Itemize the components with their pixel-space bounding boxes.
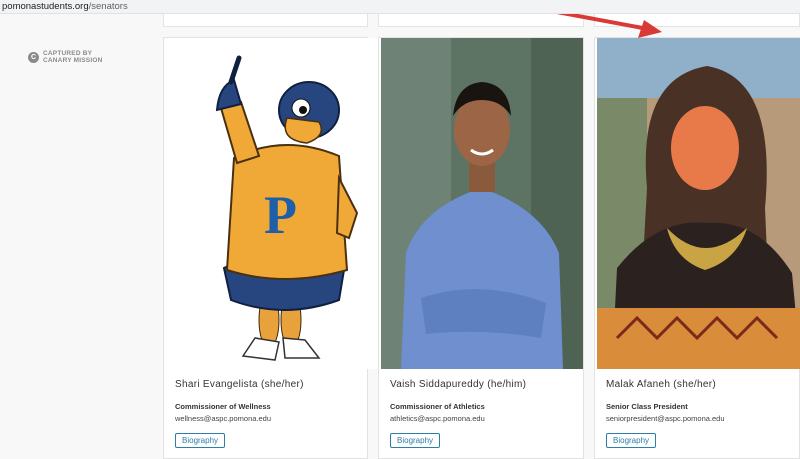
- watermark-line2: CANARY MISSION: [43, 57, 103, 64]
- biography-button[interactable]: Biography: [390, 433, 441, 448]
- senator-card-body: Shari Evangelista (she/her) Commissioner…: [175, 379, 359, 448]
- senator-photo: [381, 38, 583, 369]
- senator-role: Commissioner of Athletics: [390, 402, 485, 411]
- address-host: pomonastudents.org: [2, 1, 89, 12]
- annotation-arrow-icon: [556, 14, 662, 38]
- senator-role: Senior Class President: [606, 402, 688, 411]
- c-circle-icon: C: [28, 51, 39, 63]
- page-content: C CAPTURED BY CANARY MISSION P Shari Eva…: [0, 14, 800, 459]
- senator-card: Vaish Siddapureddy (he/him) Commissioner…: [378, 37, 584, 459]
- senator-email[interactable]: seniorpresident@aspc.pomona.edu: [606, 414, 791, 423]
- senator-photo: [597, 38, 800, 369]
- senator-role: Commissioner of Wellness: [175, 402, 271, 411]
- senator-email[interactable]: athletics@aspc.pomona.edu: [390, 414, 575, 423]
- mascot-illustration: P: [215, 55, 359, 361]
- person-photo: [381, 38, 583, 369]
- watermark-line1: CAPTURED BY: [43, 50, 93, 57]
- capture-watermark: C CAPTURED BY CANARY MISSION: [28, 50, 103, 64]
- svg-text:P: P: [264, 185, 297, 245]
- senator-email[interactable]: wellness@aspc.pomona.edu: [175, 414, 359, 423]
- biography-button[interactable]: Biography: [606, 433, 657, 448]
- person-photo: [597, 38, 800, 369]
- biography-button[interactable]: Biography: [175, 433, 226, 448]
- senator-card: Malak Afaneh (she/her) Senior Class Pres…: [594, 37, 800, 459]
- senator-photo: P: [179, 38, 383, 369]
- senator-name: Vaish Siddapureddy (he/him): [390, 379, 527, 390]
- address-path: /senators: [88, 1, 128, 12]
- senator-name: Malak Afaneh (she/her): [606, 379, 716, 390]
- senator-card-body: Malak Afaneh (she/her) Senior Class Pres…: [606, 379, 791, 448]
- previous-row-card: [163, 14, 368, 27]
- senator-card: P Shari Evangelista (she/her) Commission…: [163, 37, 383, 459]
- senator-name: Shari Evangelista (she/her): [175, 379, 304, 390]
- senator-card-body: Vaish Siddapureddy (he/him) Commissioner…: [390, 379, 575, 448]
- address-bar[interactable]: pomonastudents.org/senators: [0, 0, 800, 14]
